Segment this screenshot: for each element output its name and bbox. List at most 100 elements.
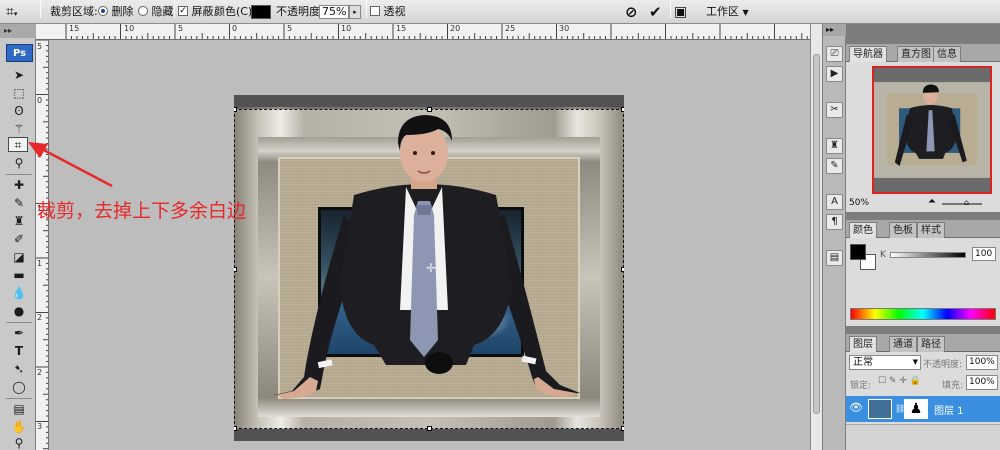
document-canvas[interactable]: ✛ <box>234 95 624 441</box>
tab-navigator[interactable]: 导航器 <box>849 46 887 62</box>
horizontal-ruler[interactable]: 15 10 5 0 5 10 15 20 25 30 <box>36 24 812 40</box>
crop-handle-top[interactable] <box>427 107 432 112</box>
tab-swatches[interactable]: 色板 <box>889 222 917 238</box>
foreground-color-swatch[interactable] <box>850 244 866 260</box>
vertical-ruler[interactable]: 5 0 5 1 1 2 2 3 <box>36 40 49 450</box>
path-selection-tool-icon[interactable]: ➷ <box>9 362 29 377</box>
tab-layers[interactable]: 图层 <box>849 336 877 352</box>
character-panel-icon[interactable]: A <box>826 194 843 210</box>
perspective-checkbox[interactable]: 透视 <box>370 0 406 24</box>
notes-tool-icon[interactable]: ▤ <box>9 402 29 417</box>
crop-area-label: 裁剪区域: <box>50 5 98 18</box>
crop-handle-bottom[interactable] <box>427 426 432 431</box>
shield-checkbox-box[interactable] <box>178 6 188 16</box>
tab-histogram[interactable]: 直方图 <box>897 46 935 62</box>
layer-mask-thumbnail[interactable]: ♟ <box>904 399 928 419</box>
shield-checkbox[interactable]: 屏蔽 <box>178 0 214 24</box>
layer-opacity-input[interactable]: 100% <box>966 355 998 370</box>
lock-icons[interactable]: ☐ ✎ ✛ 🔒 <box>878 376 921 386</box>
dodge-tool-icon[interactable]: ● <box>9 304 29 319</box>
dock-grip[interactable]: ▸▸ <box>823 24 846 36</box>
gradient-tool-icon[interactable]: ▬ <box>9 268 29 283</box>
paragraph-panel-icon[interactable]: ¶ <box>826 214 843 230</box>
crop-handle-bottom-right[interactable] <box>621 426 624 431</box>
cancel-icon[interactable]: ⊘ <box>625 0 638 24</box>
tab-styles[interactable]: 样式 <box>917 222 945 238</box>
color-panel: K 100 <box>846 238 1000 326</box>
zoom-slider[interactable] <box>942 203 982 205</box>
history-brush-tool-icon[interactable]: ✐ <box>9 232 29 247</box>
tab-color[interactable]: 颜色 <box>849 222 877 238</box>
delete-radio-button[interactable] <box>98 6 108 16</box>
color-swatch[interactable] <box>251 5 271 19</box>
layer-row[interactable] <box>846 424 1000 450</box>
visibility-eye-icon[interactable]: 👁 <box>849 401 863 414</box>
tab-channels[interactable]: 通道 <box>889 336 917 352</box>
pen-tool-icon[interactable]: ✒ <box>9 326 29 341</box>
scrollbar-thumb[interactable] <box>813 54 820 414</box>
brushes-panel-icon[interactable]: ✎ <box>826 158 843 174</box>
opacity-input[interactable]: 75% <box>319 5 349 19</box>
layers-panel-header: 图层 通道 路径 <box>846 334 1000 352</box>
crop-bounding-box[interactable]: ✛ <box>234 107 624 431</box>
color-panel-header: 颜色 色板 样式 <box>846 220 1000 238</box>
ruler-label: 0 <box>232 24 238 33</box>
crop-handle-left[interactable] <box>234 267 237 272</box>
zoom-tool-icon[interactable]: ⚲ <box>9 436 29 450</box>
brush-tool-icon[interactable]: ✎ <box>9 196 29 211</box>
actions-panel-icon[interactable]: ▶ <box>826 66 843 82</box>
eraser-tool-icon[interactable]: ◪ <box>9 250 29 265</box>
move-tool-icon[interactable]: ➤ <box>9 68 29 83</box>
layer-row-selected[interactable]: 👁 ⛓ ♟ 图层 1 <box>846 396 1000 422</box>
hand-tool-icon[interactable]: ✋ <box>9 420 29 435</box>
vertical-scrollbar[interactable] <box>810 24 822 450</box>
zoom-out-icon[interactable]: ⏶ <box>928 196 936 207</box>
hide-radio[interactable]: 隐藏 <box>138 0 174 24</box>
chevron-down-icon: ▼ <box>742 8 749 17</box>
workspace-menu[interactable]: 工作区 ▼ <box>706 0 749 24</box>
clone-stamp-tool-icon[interactable]: ♜ <box>9 214 29 229</box>
delete-label: 删除 <box>111 5 134 18</box>
zoom-slider-handle-icon[interactable]: ⌂ <box>964 198 969 207</box>
crop-handle-right[interactable] <box>621 267 624 272</box>
opacity-dropdown-arrow-icon[interactable]: ▸ <box>349 5 361 19</box>
photoshop-logo[interactable]: Ps <box>6 44 33 62</box>
lasso-tool-icon[interactable]: ʘ <box>9 104 29 119</box>
delete-radio[interactable]: 删除 <box>98 0 134 24</box>
layer-comps-panel-icon[interactable]: ▤ <box>826 250 843 266</box>
annotation-text: 裁剪，去掉上下多余白边 <box>37 200 247 222</box>
canvas-work-area[interactable]: ✛ <box>49 40 810 450</box>
perspective-checkbox-box[interactable] <box>370 6 380 16</box>
color-spectrum-bar[interactable] <box>850 308 996 320</box>
ruler-label: 30 <box>559 24 570 33</box>
commit-icon[interactable]: ✔ <box>649 0 662 24</box>
workspace-label: 工作区 <box>706 5 739 18</box>
hide-radio-button[interactable] <box>138 6 148 16</box>
crop-handle-bottom-left[interactable] <box>234 426 237 431</box>
toolbox-grip[interactable]: ▸▸ <box>0 24 36 38</box>
k-channel-slider[interactable] <box>890 252 966 258</box>
lock-label: 锁定: <box>850 381 872 391</box>
crop-tool-preset-icon[interactable]: ⌗▾ <box>6 0 17 24</box>
blur-tool-icon[interactable]: 💧 <box>9 286 29 301</box>
bridge-icon[interactable]: ▣ <box>674 0 687 24</box>
marquee-tool-icon[interactable]: ⬚ <box>9 86 29 101</box>
tool-presets-panel-icon[interactable]: ✂ <box>826 102 843 118</box>
fill-input[interactable]: 100% <box>966 375 998 390</box>
blend-mode-select[interactable]: 正常 ▼ <box>849 355 921 370</box>
crop-center-crosshair-icon: ✛ <box>426 261 437 275</box>
type-tool-icon[interactable]: T <box>9 344 29 359</box>
shape-tool-icon[interactable]: ◯ <box>9 380 29 395</box>
layer-name[interactable]: 图层 1 <box>934 402 964 417</box>
crop-handle-top-right[interactable] <box>621 107 624 112</box>
tab-info[interactable]: 信息 <box>933 46 961 62</box>
navigator-thumbnail[interactable] <box>872 66 992 194</box>
clone-source-panel-icon[interactable]: ♜ <box>826 138 843 154</box>
crop-handle-top-left[interactable] <box>234 107 237 112</box>
tab-paths[interactable]: 路径 <box>917 336 945 352</box>
magic-wand-tool-icon[interactable]: ⚚ <box>9 122 29 137</box>
hide-label: 隐藏 <box>151 5 174 18</box>
history-panel-icon[interactable]: ⎚ <box>826 46 843 62</box>
k-channel-input[interactable]: 100 <box>972 247 996 261</box>
navigator-zoom[interactable]: 50% <box>849 198 869 208</box>
